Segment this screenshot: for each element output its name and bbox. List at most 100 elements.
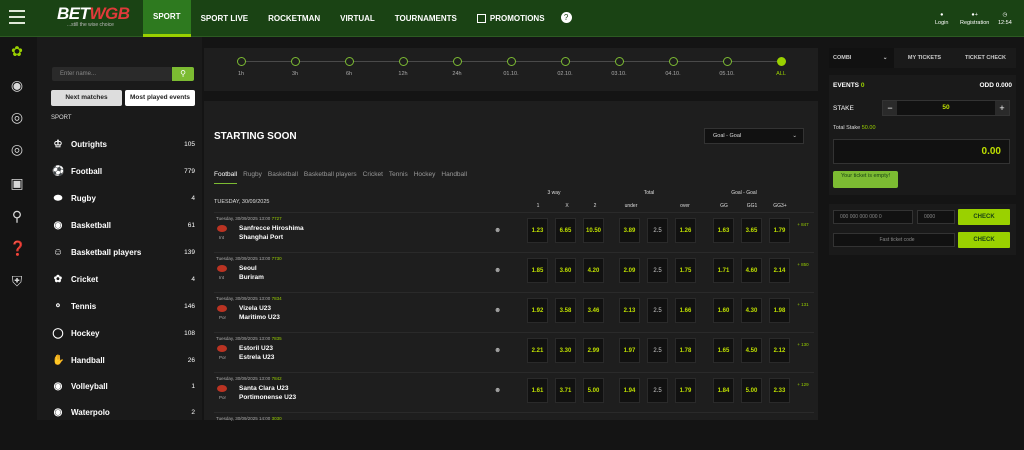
odd-button[interactable]: 1.65 (713, 338, 734, 363)
tab-handball[interactable]: Handball (441, 171, 467, 184)
timeline-point[interactable] (723, 57, 732, 66)
odd-button[interactable]: 10.50 (583, 218, 604, 243)
odd-button[interactable]: 1.92 (527, 298, 548, 323)
timeline-point[interactable] (777, 57, 786, 66)
sidebar-item-handball[interactable]: ✋ Handball 26 (52, 347, 195, 373)
odd-button[interactable]: 2.14 (769, 258, 790, 283)
odd-button[interactable]: 1.26 (675, 218, 696, 243)
shield-icon[interactable]: ⛨ (9, 273, 25, 289)
sidebar-item-cricket[interactable]: ✿ Cricket 4 (52, 266, 195, 292)
registration-button[interactable]: ●+ Registration (960, 0, 989, 37)
rocket-icon[interactable]: ◎ (9, 109, 25, 125)
question-icon[interactable]: ❓ (9, 240, 26, 256)
sidebar-item-tennis[interactable]: ⚬ Tennis 146 (52, 293, 195, 319)
more-markets-button[interactable]: + 850 (794, 259, 812, 283)
odd-button[interactable]: 4.20 (583, 258, 604, 283)
odd-button[interactable]: 5.00 (583, 378, 604, 403)
tab-most-played[interactable]: Most played events (125, 90, 195, 106)
stats-icon[interactable]: ☻ (494, 307, 501, 314)
nav-tournaments[interactable]: TOURNAMENTS (385, 0, 467, 37)
ticket-code-input[interactable]: 000 000 000 000 0 (833, 210, 913, 224)
market-select[interactable]: Goal - Goal ⌄ (704, 128, 804, 144)
odd-button[interactable]: 4.30 (741, 298, 762, 323)
stats-icon[interactable]: ☻ (494, 387, 501, 394)
hamburger-menu-icon[interactable] (9, 10, 25, 24)
more-markets-button[interactable]: + 131 (794, 299, 812, 323)
sidebar-item-basketball[interactable]: ◉ Basketball 61 (52, 212, 195, 238)
odd-button[interactable]: 2.5 (647, 298, 668, 323)
nav-promotions[interactable]: PROMOTIONS (467, 0, 555, 37)
timeline-point[interactable] (561, 57, 570, 66)
odd-button[interactable]: 1.23 (527, 218, 548, 243)
odd-button[interactable]: 2.09 (619, 258, 640, 283)
tab-tennis[interactable]: Tennis (389, 171, 408, 184)
stats-icon[interactable]: ☻ (494, 267, 501, 274)
timeline-point[interactable] (669, 57, 678, 66)
sidebar-item-volleyball[interactable]: ◉ Volleyball 1 (52, 373, 195, 399)
sport-search-input[interactable]: Enter name... (52, 67, 172, 81)
timeline-label[interactable]: 6h (334, 71, 364, 77)
timeline-label[interactable]: 1h (226, 71, 256, 77)
more-markets-button[interactable]: + 130 (794, 339, 812, 363)
timeline-point[interactable] (615, 57, 624, 66)
table-row[interactable]: Tuesday, 30/09/2025 13:00 7834 Por Vizela … (214, 292, 814, 330)
odd-button[interactable]: 4.60 (741, 258, 762, 283)
help-icon[interactable]: ? (560, 12, 572, 23)
odd-button[interactable]: 3.60 (555, 258, 576, 283)
timeline-label[interactable]: 03.10. (604, 71, 634, 77)
check-button[interactable]: CHECK (958, 209, 1010, 225)
tab-my-tickets[interactable]: MY TICKETS (894, 48, 955, 68)
search-button[interactable]: ⚲ (172, 67, 194, 81)
virtual-icon[interactable]: ◎ (9, 141, 25, 157)
pin-input[interactable]: 0000 (917, 210, 955, 224)
odd-button[interactable]: 3.89 (619, 218, 640, 243)
sidebar-item-rugby[interactable]: ⬬ Rugby 4 (52, 185, 195, 211)
tab-combi[interactable]: COMBI ⌄ (829, 48, 894, 68)
odd-button[interactable]: 1.84 (713, 378, 734, 403)
odd-button[interactable]: 2.99 (583, 338, 604, 363)
odd-button[interactable]: 5.00 (741, 378, 762, 403)
odd-button[interactable]: 1.79 (675, 378, 696, 403)
sidebar-item-basketball-players[interactable]: ☺ Basketball players 139 (52, 239, 195, 265)
odd-button[interactable]: 3.65 (741, 218, 762, 243)
tab-basketball-players[interactable]: Basketball players (304, 171, 357, 184)
odd-button[interactable]: 1.94 (619, 378, 640, 403)
nav-rocketman[interactable]: ROCKETMAN (258, 0, 330, 37)
timeline-point[interactable] (237, 57, 246, 66)
timeline-point[interactable] (453, 57, 462, 66)
timeline-point[interactable] (399, 57, 408, 66)
odd-button[interactable]: 1.66 (675, 298, 696, 323)
timeline-point[interactable] (291, 57, 300, 66)
stats-icon[interactable]: ☻ (494, 227, 501, 234)
timeline-label[interactable]: 01.10. (496, 71, 526, 77)
sidebar-item-football[interactable]: ⚽ Football 779 (52, 158, 195, 184)
sport-icon[interactable]: ✿ (9, 43, 25, 59)
timeline-point[interactable] (345, 57, 354, 66)
timeline-label[interactable]: 02.10. (550, 71, 580, 77)
odd-button[interactable]: 6.65 (555, 218, 576, 243)
fast-ticket-input[interactable]: Fast ticket code (833, 233, 955, 247)
odd-button[interactable]: 1.60 (713, 298, 734, 323)
odd-button[interactable]: 2.5 (647, 218, 668, 243)
timeline-label[interactable]: 3h (280, 71, 310, 77)
odd-button[interactable]: 3.58 (555, 298, 576, 323)
nav-sport-live[interactable]: SPORT LIVE (191, 0, 259, 37)
sidebar-item-waterpolo[interactable]: ◉ Waterpolo 2 (52, 399, 195, 425)
live-icon[interactable]: ◉ (9, 77, 25, 93)
odd-button[interactable]: 1.97 (619, 338, 640, 363)
odd-button[interactable]: 1.75 (675, 258, 696, 283)
odd-button[interactable]: 1.78 (675, 338, 696, 363)
tab-cricket[interactable]: Cricket (363, 171, 383, 184)
sidebar-item-outrights[interactable]: ♔ Outrights 105 (52, 131, 195, 157)
odd-button[interactable]: 1.61 (527, 378, 548, 403)
timeline-label[interactable]: 05.10. (712, 71, 742, 77)
timeline-point[interactable] (507, 57, 516, 66)
plus-icon[interactable]: + (995, 101, 1009, 115)
tab-football[interactable]: Football (214, 171, 238, 184)
tab-rugby[interactable]: Rugby (243, 171, 262, 184)
odd-button[interactable]: 1.71 (713, 258, 734, 283)
timeline-label[interactable]: ALL (766, 71, 796, 77)
odd-button[interactable]: 1.98 (769, 298, 790, 323)
table-row[interactable]: Tuesday, 30/09/2025 13:00 7842 Por Santa C… (214, 372, 814, 410)
timeline-label[interactable]: 12h (388, 71, 418, 77)
